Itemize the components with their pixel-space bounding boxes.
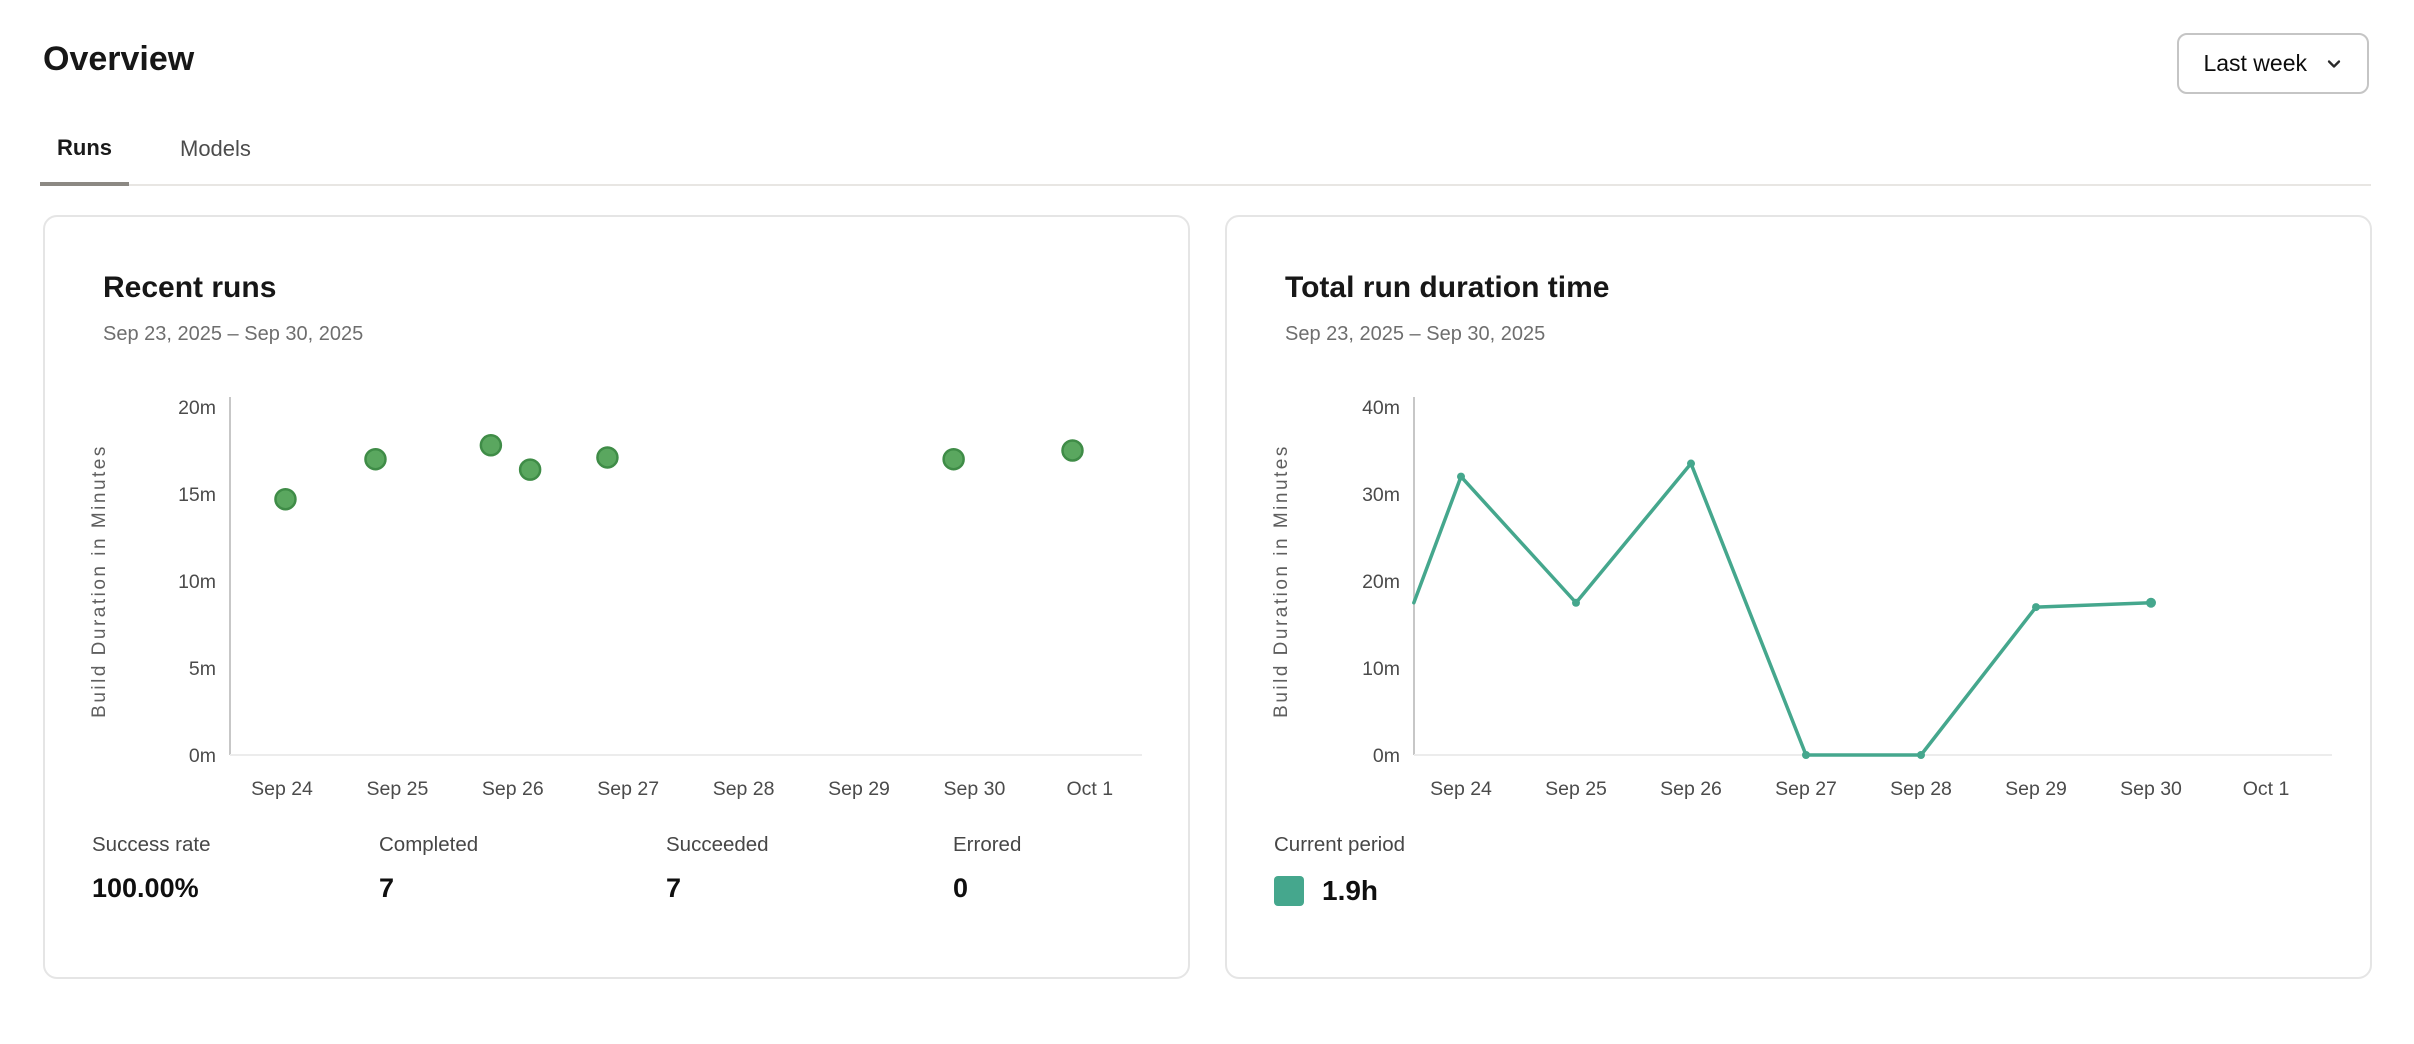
x-tick-label: Sep 26 [1660, 778, 1722, 800]
y-tick-label: 20m [178, 397, 216, 419]
stat-value: 100.00% [92, 873, 379, 904]
y-tick-label: 20m [1362, 571, 1400, 593]
x-tick-label: Sep 24 [1430, 778, 1492, 800]
x-tick-label: Sep 26 [482, 778, 544, 800]
x-tick-label: Sep 29 [2005, 778, 2067, 800]
run-data-point[interactable] [520, 460, 540, 480]
y-tick-label: 0m [189, 745, 216, 767]
legend-value: 1.9h [1322, 875, 1378, 907]
period-select[interactable]: Last week [2177, 33, 2369, 94]
legend-label: Current period [1274, 833, 1405, 857]
total-run-duration-card: Total run duration time Sep 23, 2025 – S… [1225, 215, 2372, 979]
stat-succeeded: Succeeded 7 [666, 833, 953, 904]
x-tick-label: Sep 24 [251, 778, 313, 800]
y-tick-label: 5m [189, 658, 216, 680]
chevron-down-icon [2323, 53, 2345, 75]
x-tick-label: Sep 28 [1890, 778, 1952, 800]
run-data-point[interactable] [944, 449, 964, 469]
recent-runs-stats: Success rate 100.00% Completed 7 Succeed… [92, 833, 1240, 904]
run-data-point[interactable] [1062, 441, 1082, 461]
duration-data-point[interactable] [2032, 603, 2040, 611]
x-tick-label: Sep 27 [1775, 778, 1837, 800]
run-data-point[interactable] [481, 435, 501, 455]
recent-runs-card: Recent runs Sep 23, 2025 – Sep 30, 2025 … [43, 215, 1190, 979]
current-period-legend: Current period 1.9h [1274, 833, 1405, 907]
duration-data-point[interactable] [1687, 460, 1695, 468]
overview-page: Overview Last week Runs Models Recent ru… [0, 0, 2414, 1044]
legend-swatch [1274, 876, 1304, 906]
x-tick-label: Sep 29 [828, 778, 890, 800]
stat-completed: Completed 7 [379, 833, 666, 904]
y-tick-label: 10m [178, 571, 216, 593]
stat-label: Succeeded [666, 833, 953, 857]
stat-value: 7 [666, 873, 953, 904]
run-data-point[interactable] [365, 449, 385, 469]
x-tick-label: Sep 25 [366, 778, 428, 800]
x-tick-label: Sep 28 [713, 778, 775, 800]
period-select-value: Last week [2203, 50, 2307, 77]
duration-data-point[interactable] [1457, 473, 1465, 481]
y-tick-label: 10m [1362, 658, 1400, 680]
x-tick-label: Sep 30 [2120, 778, 2182, 800]
tab-bar: Runs Models [40, 136, 2371, 186]
duration-data-point[interactable] [1917, 751, 1925, 759]
x-tick-label: Oct 1 [1066, 778, 1113, 800]
stat-label: Errored [953, 833, 1240, 857]
tab-runs[interactable]: Runs [40, 136, 129, 186]
tab-models[interactable]: Models [163, 136, 268, 184]
stat-value: 7 [379, 873, 666, 904]
y-axis-label: Build Duration in Minutes [1271, 444, 1292, 718]
y-tick-label: 0m [1373, 745, 1400, 767]
x-tick-label: Sep 27 [597, 778, 659, 800]
run-data-point[interactable] [275, 489, 295, 509]
stat-value: 0 [953, 873, 1240, 904]
duration-data-point[interactable] [2146, 598, 2156, 608]
run-data-point[interactable] [597, 447, 617, 467]
x-tick-label: Sep 30 [943, 778, 1005, 800]
x-tick-label: Oct 1 [2243, 778, 2290, 800]
y-tick-label: 15m [178, 484, 216, 506]
duration-data-point[interactable] [1572, 599, 1580, 607]
duration-data-point[interactable] [1802, 751, 1810, 759]
stat-errored: Errored 0 [953, 833, 1240, 904]
y-tick-label: 30m [1362, 484, 1400, 506]
stat-label: Completed [379, 833, 666, 857]
y-tick-label: 40m [1362, 397, 1400, 419]
y-axis-label: Build Duration in Minutes [89, 444, 110, 718]
x-tick-label: Sep 25 [1545, 778, 1607, 800]
stat-label: Success rate [92, 833, 379, 857]
stat-success-rate: Success rate 100.00% [92, 833, 379, 904]
page-title: Overview [43, 40, 194, 79]
